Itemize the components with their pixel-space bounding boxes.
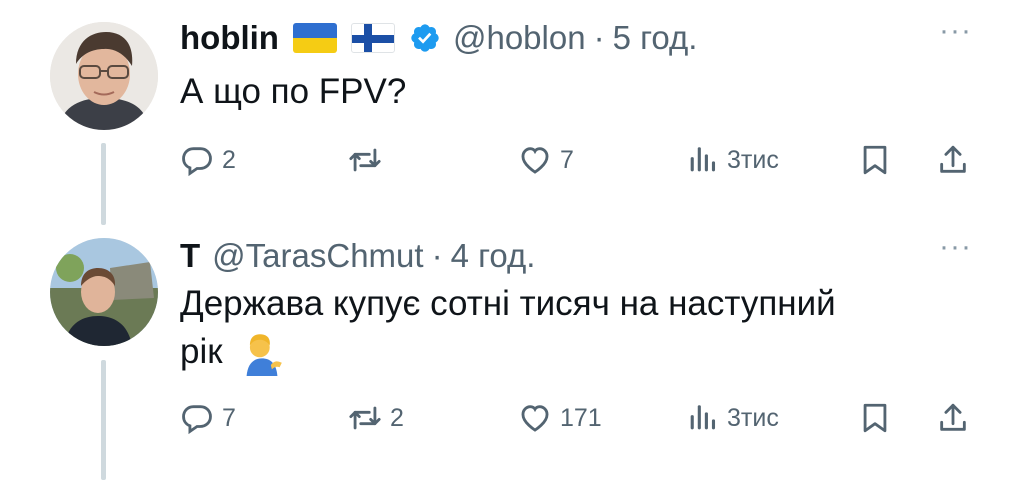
display-name[interactable]: T xyxy=(180,236,200,276)
finland-flag-icon xyxy=(350,23,395,53)
avatar[interactable] xyxy=(50,22,158,130)
ukraine-flag-icon xyxy=(292,23,337,53)
tweet-text-content: А що по FPV? xyxy=(180,72,407,111)
reply-count: 2 xyxy=(222,145,236,174)
bookmark-button[interactable] xyxy=(858,140,892,180)
user-handle[interactable]: @TarasChmut xyxy=(212,236,423,276)
tweet-text-line-1: Держава купує сотні тисяч на наступний xyxy=(180,284,836,323)
separator-dot: · xyxy=(593,19,605,56)
retweet-count: 2 xyxy=(390,403,404,432)
tweet-text-line-2: рік xyxy=(180,332,223,371)
share-icon xyxy=(940,145,966,173)
thread-line xyxy=(101,360,106,480)
retweet-icon xyxy=(349,148,381,172)
views-count: 3тис xyxy=(727,145,779,174)
bookmark-icon xyxy=(863,403,887,433)
action-bar: 2 7 3тис xyxy=(180,140,980,180)
like-count: 171 xyxy=(560,403,602,432)
tweet-header: hoblin @hoblon · 5 год. xyxy=(180,18,697,58)
views-button[interactable]: 3тис xyxy=(685,398,779,438)
timestamp[interactable]: 4 год. xyxy=(451,236,536,276)
more-options-icon[interactable]: ··· xyxy=(939,230,972,264)
tweet-text: А що по FPV? xyxy=(180,68,960,116)
like-button[interactable]: 7 xyxy=(518,140,574,180)
tweet-header: T @TarasChmut · 4 год. xyxy=(180,236,535,276)
more-options-icon[interactable]: ··· xyxy=(939,14,972,48)
tweet-taraschmut[interactable]: T @TarasChmut · 4 год. ··· Держава купує… xyxy=(0,230,1024,490)
display-name[interactable]: hoblin xyxy=(180,18,279,58)
timestamp[interactable]: 5 год. xyxy=(613,18,698,58)
verified-badge-icon xyxy=(411,24,439,52)
share-icon xyxy=(940,403,966,431)
person-tipping-hand-emoji-icon xyxy=(246,333,283,376)
reply-icon xyxy=(182,405,212,435)
retweet-button[interactable]: 2 xyxy=(348,398,404,438)
share-button[interactable] xyxy=(936,398,970,438)
tweet-text: Держава купує сотні тисяч на наступний р… xyxy=(180,280,960,376)
views-button[interactable]: 3тис xyxy=(685,140,779,180)
reply-icon xyxy=(182,147,212,177)
share-button[interactable] xyxy=(936,140,970,180)
avatar[interactable] xyxy=(50,238,158,346)
bookmark-icon xyxy=(863,145,887,175)
heart-icon xyxy=(521,405,549,432)
separator-dot: · xyxy=(431,237,443,274)
like-button[interactable]: 171 xyxy=(518,398,602,438)
action-bar: 7 2 171 3тис xyxy=(180,398,980,438)
retweet-icon xyxy=(349,406,381,430)
retweet-button[interactable] xyxy=(348,140,390,180)
reply-count: 7 xyxy=(222,403,236,432)
heart-icon xyxy=(521,147,549,174)
reply-button[interactable]: 2 xyxy=(180,140,236,180)
user-handle[interactable]: @hoblon xyxy=(453,18,586,58)
analytics-icon xyxy=(690,405,716,430)
thread-line xyxy=(101,143,106,225)
bookmark-button[interactable] xyxy=(858,398,892,438)
analytics-icon xyxy=(690,147,716,172)
tweet-hoblin[interactable]: hoblin @hoblon · 5 год. ··· А що по FPV?… xyxy=(0,0,1024,230)
tweet-text-line-2-wrap: рік xyxy=(180,328,960,376)
views-count: 3тис xyxy=(727,403,779,432)
like-count: 7 xyxy=(560,145,574,174)
reply-button[interactable]: 7 xyxy=(180,398,236,438)
